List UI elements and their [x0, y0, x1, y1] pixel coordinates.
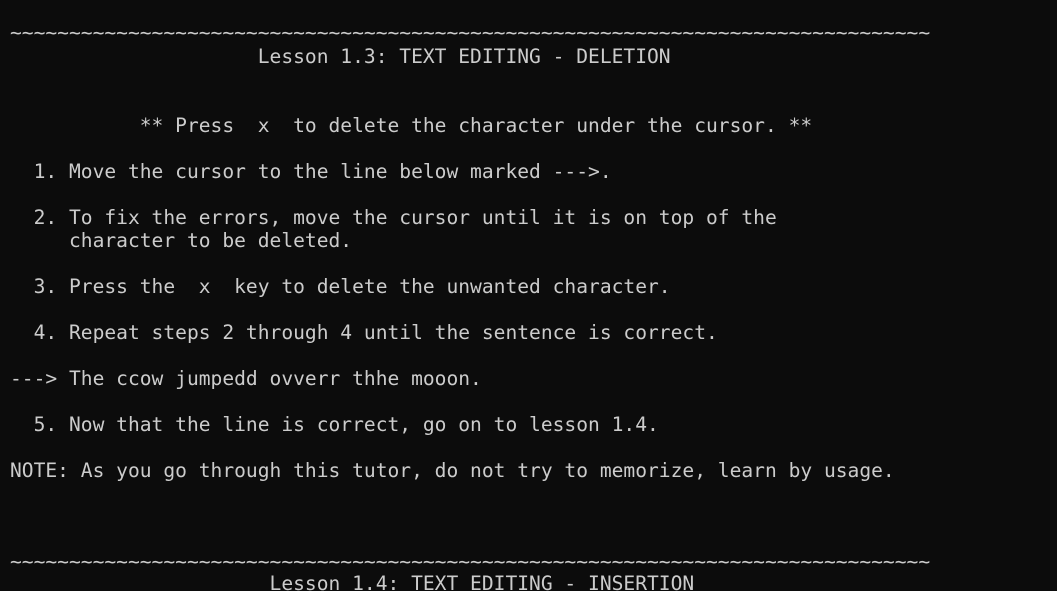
step-1-text: 1. Move the cursor to the line below mar…: [10, 160, 612, 183]
step-5-text: 5. Now that the line is correct, go on t…: [10, 413, 659, 436]
step-4-text: 4. Repeat steps 2 through 4 until the se…: [10, 321, 718, 344]
note-text: NOTE: As you go through this tutor, do n…: [10, 459, 895, 482]
lesson-title-1-3: Lesson 1.3: TEXT EDITING - DELETION: [10, 45, 671, 68]
separator-line-top: ~~~~~~~~~~~~~~~~~~~~~~~~~~~~~~~~~~~~~~~~…: [10, 21, 931, 44]
step-3-text: 3. Press the x key to delete the unwante…: [10, 275, 671, 298]
lesson-title-1-4: Lesson 1.4: TEXT EDITING - INSERTION: [10, 572, 695, 591]
separator-line-bottom: ~~~~~~~~~~~~~~~~~~~~~~~~~~~~~~~~~~~~~~~~…: [10, 550, 931, 573]
practice-line[interactable]: ---> The ccow jumpedd ovverr thhe mooon.: [10, 367, 482, 390]
step-2-continuation: character to be deleted.: [10, 229, 353, 252]
lesson-instruction: ** Press x to delete the character under…: [10, 114, 813, 137]
step-2-text: 2. To fix the errors, move the cursor un…: [10, 206, 777, 229]
terminal-window[interactable]: ~~~~~~~~~~~~~~~~~~~~~~~~~~~~~~~~~~~~~~~~…: [0, 0, 1057, 591]
